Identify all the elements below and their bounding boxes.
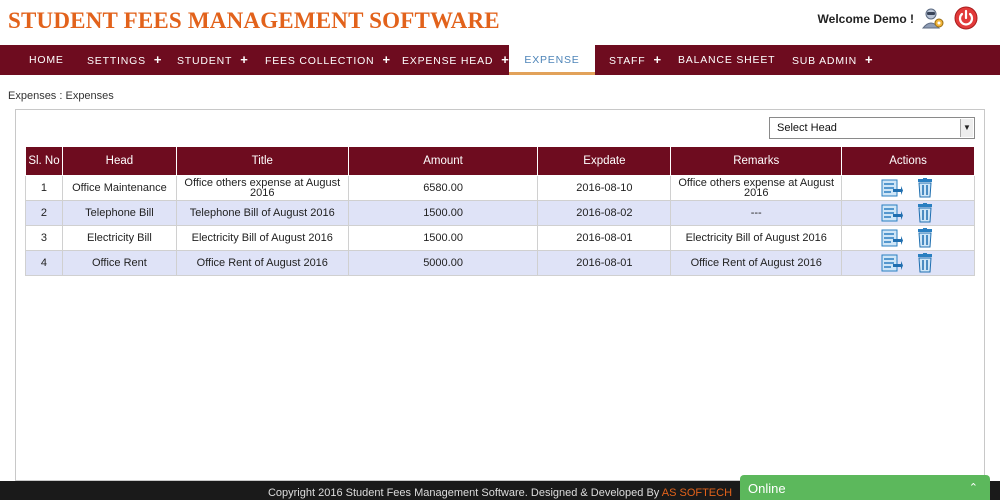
app-title: STUDENT FEES MANAGEMENT SOFTWARE bbox=[8, 8, 500, 33]
chevron-down-icon[interactable]: ▼ bbox=[960, 119, 973, 137]
cell-title: Telephone Bill of August 2016 bbox=[175, 200, 349, 226]
cell-actions bbox=[841, 225, 975, 251]
table-header-row: Sl. No Head Title Amount Expdate Remarks… bbox=[25, 146, 975, 176]
nav-student-label: STUDENT bbox=[177, 55, 233, 67]
cell-remarks: Electricity Bill of August 2016 bbox=[670, 225, 843, 251]
nav-sub-admin[interactable]: SUB ADMIN + bbox=[792, 45, 873, 75]
edit-icon[interactable] bbox=[881, 178, 903, 198]
chevron-up-icon[interactable]: ⌃ bbox=[969, 475, 978, 500]
delete-icon[interactable] bbox=[914, 203, 936, 223]
main-nav: HOME SETTINGS + STUDENT + FEES COLLECTION +… bbox=[0, 45, 1000, 75]
column-header: Amount bbox=[347, 146, 539, 176]
cell-sl: 2 bbox=[25, 200, 63, 226]
nav-settings-label: SETTINGS bbox=[87, 55, 146, 67]
edit-icon[interactable] bbox=[881, 253, 903, 273]
cell-sl: 1 bbox=[25, 175, 63, 201]
cell-amount: 6580.00 bbox=[347, 175, 539, 201]
nav-balance-sheet-label: BALANCE SHEET bbox=[678, 54, 776, 66]
expand-plus-icon: + bbox=[153, 52, 163, 67]
delete-icon[interactable] bbox=[914, 228, 936, 248]
cell-head: Office Rent bbox=[61, 250, 177, 276]
cell-amount: 1500.00 bbox=[347, 200, 539, 226]
nav-student[interactable]: STUDENT + bbox=[177, 45, 249, 75]
cell-amount: 1500.00 bbox=[347, 225, 539, 251]
footer-brand-link[interactable]: AS SOFTECH bbox=[662, 487, 732, 499]
column-header: Head bbox=[61, 146, 177, 176]
cell-actions bbox=[841, 175, 975, 201]
expand-plus-icon: + bbox=[240, 52, 249, 67]
table-row: 4 Office Rent Office Rent of August 2016… bbox=[25, 250, 975, 276]
cell-sl: 4 bbox=[25, 250, 63, 276]
cell-expdate: 2016-08-10 bbox=[537, 175, 672, 201]
edit-icon[interactable] bbox=[881, 203, 903, 223]
expand-plus-icon: + bbox=[653, 52, 662, 67]
cell-expdate: 2016-08-02 bbox=[537, 200, 672, 226]
nav-sub-admin-label: SUB ADMIN bbox=[792, 55, 857, 67]
column-header: Title bbox=[175, 146, 349, 176]
table-row: 2 Telephone Bill Telephone Bill of Augus… bbox=[25, 200, 975, 226]
nav-staff[interactable]: STAFF + bbox=[609, 45, 662, 75]
column-header: Sl. No bbox=[25, 146, 63, 176]
header: STUDENT FEES MANAGEMENT SOFTWARE Welcome… bbox=[0, 0, 1000, 44]
cell-expdate: 2016-08-01 bbox=[537, 225, 672, 251]
nav-staff-label: STAFF bbox=[609, 55, 646, 67]
cell-sl: 3 bbox=[25, 225, 63, 251]
cell-title: Office Rent of August 2016 bbox=[175, 250, 349, 276]
cell-head: Office Maintenance bbox=[61, 175, 177, 201]
nav-settings[interactable]: SETTINGS + bbox=[87, 45, 162, 75]
delete-icon[interactable] bbox=[914, 178, 936, 198]
cell-remarks: Office others expense at August 2016 bbox=[670, 175, 843, 201]
cell-title: Electricity Bill of August 2016 bbox=[175, 225, 349, 251]
nav-expense[interactable]: EXPENSE bbox=[509, 45, 595, 75]
nav-home-label: HOME bbox=[29, 54, 64, 66]
head-filter-select[interactable]: Select Head ▼ bbox=[769, 117, 975, 139]
chat-status-label: Online bbox=[748, 481, 786, 496]
cell-title: Office others expense at August 2016 bbox=[175, 175, 349, 201]
expand-plus-icon: + bbox=[864, 52, 874, 67]
head-filter-value: Select Head bbox=[777, 122, 837, 134]
cell-actions bbox=[841, 200, 975, 226]
footer-copyright: Copyright 2016 Student Fees Management S… bbox=[267, 487, 662, 499]
expenses-table: Sl. No Head Title Amount Expdate Remarks… bbox=[25, 146, 975, 276]
table-row: 3 Electricity Bill Electricity Bill of A… bbox=[25, 225, 975, 251]
user-settings-icon[interactable] bbox=[921, 6, 945, 30]
nav-expense-head-label: EXPENSE HEAD bbox=[402, 55, 494, 67]
column-header: Actions bbox=[841, 146, 975, 176]
welcome-text: Welcome Demo ! bbox=[817, 12, 914, 26]
nav-fees-collection[interactable]: FEES COLLECTION + bbox=[265, 45, 391, 75]
nav-balance-sheet[interactable]: BALANCE SHEET bbox=[678, 45, 775, 75]
expand-plus-icon: + bbox=[382, 52, 391, 67]
cell-remarks: Office Rent of August 2016 bbox=[670, 250, 843, 276]
delete-icon[interactable] bbox=[914, 253, 936, 273]
online-chat-widget[interactable]: Online ⌃ bbox=[740, 475, 990, 500]
nav-expense-label: EXPENSE bbox=[524, 54, 580, 66]
cell-expdate: 2016-08-01 bbox=[537, 250, 672, 276]
table-row: 1 Office Maintenance Office others expen… bbox=[25, 175, 975, 201]
cell-remarks: --- bbox=[670, 200, 843, 226]
nav-fees-collection-label: FEES COLLECTION bbox=[265, 55, 375, 67]
column-header: Expdate bbox=[537, 146, 672, 176]
cell-amount: 5000.00 bbox=[347, 250, 539, 276]
breadcrumb: Expenses : Expenses bbox=[8, 90, 114, 102]
cell-actions bbox=[841, 250, 975, 276]
cell-head: Telephone Bill bbox=[61, 200, 177, 226]
edit-icon[interactable] bbox=[881, 228, 903, 248]
column-header: Remarks bbox=[670, 146, 843, 176]
logout-power-icon[interactable] bbox=[954, 6, 978, 30]
cell-head: Electricity Bill bbox=[61, 225, 177, 251]
nav-expense-head[interactable]: EXPENSE HEAD + bbox=[402, 45, 510, 75]
nav-home[interactable]: HOME bbox=[29, 45, 64, 75]
